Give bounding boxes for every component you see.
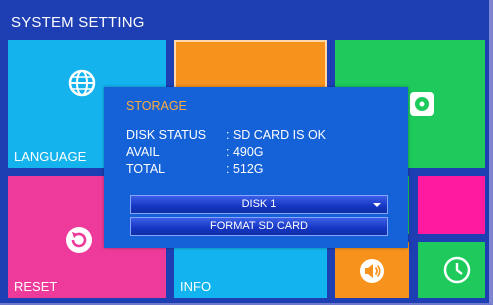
disk-status-value: : SD CARD IS OK [226,128,327,142]
avail-value: : 490G [226,145,264,159]
tile-info-label: INFO [180,279,212,294]
clock-icon [443,256,471,284]
tile-magenta[interactable] [418,176,485,234]
storage-dialog: STORAGE DISK STATUS : SD CARD IS OK AVAIL… [104,87,408,248]
reset-icon [66,227,92,253]
speaker-icon [360,259,384,283]
total-value: : 512G [226,162,264,176]
settings-screen: SYSTEM SETTING LANGUAGE RESET INFO STORA… [0,0,493,305]
chevron-down-icon [373,203,381,207]
globe-icon [68,69,96,97]
disk-icon [410,92,434,116]
total-label: TOTAL [126,162,166,176]
disk-select-value: DISK 1 [241,198,277,210]
total-row: TOTAL : 512G [126,162,264,176]
disk-status-row: DISK STATUS : SD CARD IS OK [126,128,326,142]
avail-label: AVAIL [126,145,160,159]
dialog-title: STORAGE [126,99,187,113]
tile-language-label: LANGUAGE [14,149,87,164]
format-sd-card-button[interactable]: FORMAT SD CARD [130,217,388,236]
disk-status-label: DISK STATUS [126,128,207,142]
disk-select[interactable]: DISK 1 [130,195,388,214]
page-title: SYSTEM SETTING [11,14,145,31]
tile-reset-label: RESET [14,279,58,294]
avail-row: AVAIL : 490G [126,145,264,159]
